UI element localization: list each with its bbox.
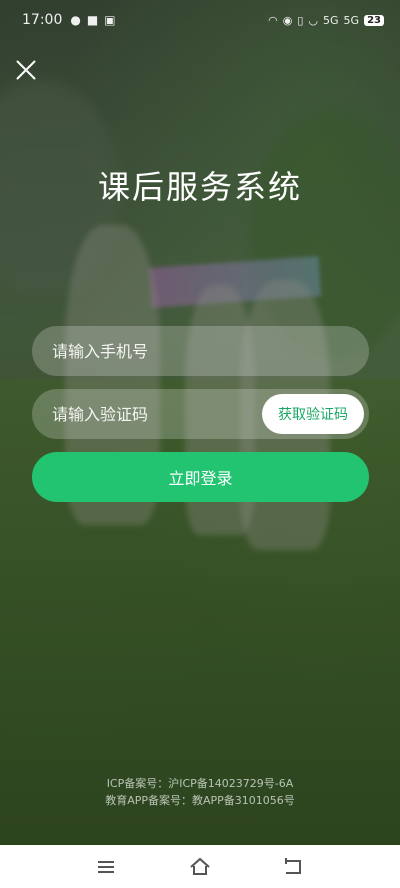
network-label-2: 5G bbox=[343, 13, 360, 27]
alarm-icon: ◉ bbox=[282, 13, 293, 27]
message-icon: ■ bbox=[86, 13, 99, 27]
menu-icon[interactable] bbox=[95, 855, 119, 879]
login-button[interactable]: 立即登录 bbox=[32, 452, 369, 502]
system-nav-bar bbox=[0, 845, 400, 888]
app-icon: ▣ bbox=[104, 13, 116, 27]
phone-input[interactable] bbox=[52, 341, 252, 361]
page-title: 课后服务系统 bbox=[97, 168, 302, 206]
phone-field[interactable] bbox=[32, 326, 369, 376]
back-icon[interactable] bbox=[281, 855, 305, 879]
network-label-1: 5G bbox=[323, 13, 339, 27]
vibrate-icon: ▯ bbox=[297, 13, 304, 27]
status-bar: 17:00 ● ■ ▣ ◠ ◉ ▯ ◡ 5G 5G 23 bbox=[0, 0, 400, 40]
code-field[interactable]: 获取验证码 bbox=[32, 389, 369, 439]
headphone-icon: ◠ bbox=[268, 13, 278, 27]
status-time: 17:00 bbox=[22, 12, 63, 28]
notification-icon: ● bbox=[70, 13, 81, 27]
get-code-button[interactable]: 获取验证码 bbox=[262, 394, 364, 434]
edu-app-record-text: 教育APP备案号：教APP备3101056号 bbox=[105, 794, 295, 807]
verification-code-input[interactable] bbox=[52, 404, 252, 424]
wifi-icon: ◡ bbox=[308, 13, 319, 27]
close-icon[interactable] bbox=[12, 56, 40, 84]
icp-record-text: ICP备案号：沪ICP备14023729号-6A bbox=[106, 777, 294, 790]
battery-icon: 23 bbox=[364, 14, 384, 26]
home-icon[interactable] bbox=[188, 855, 212, 879]
